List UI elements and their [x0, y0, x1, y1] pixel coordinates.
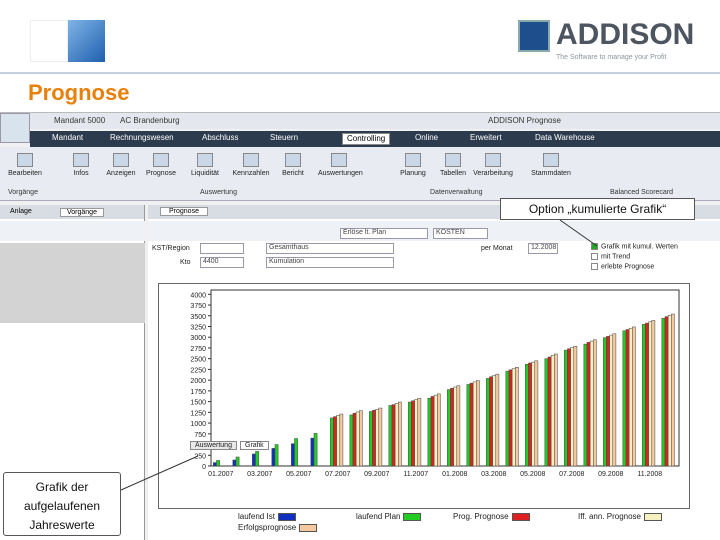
callout-arrows: [120, 219, 598, 491]
slide: ADDISON The Software to manage your Prof…: [0, 0, 720, 540]
